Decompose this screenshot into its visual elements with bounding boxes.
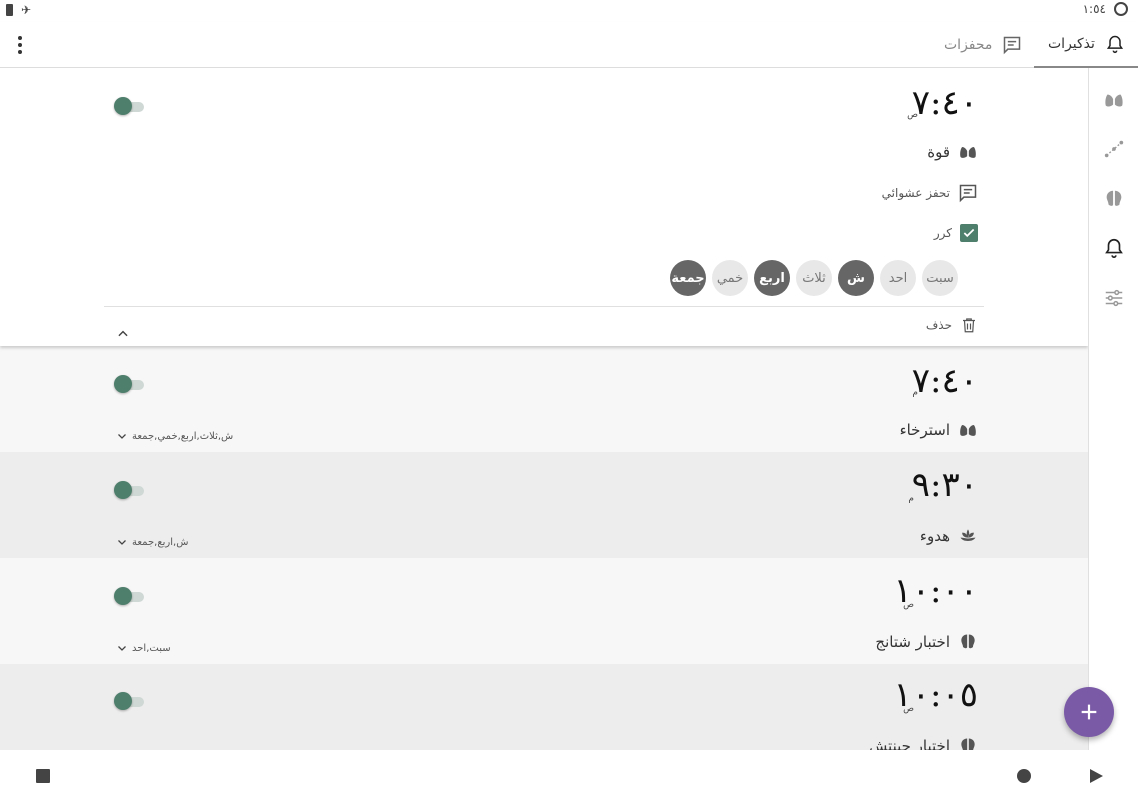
day-chip-mon[interactable]: ش <box>838 260 874 296</box>
reminder-card[interactable]: ١٠:٠٥ ص اختبار جينتش <box>0 664 1088 750</box>
exercise-label-row: اختبار جينتش <box>869 736 978 750</box>
lungs-icon[interactable] <box>1102 88 1126 112</box>
days-summary-text: سبت,احد <box>132 642 171 654</box>
reminder-toggle[interactable] <box>114 481 146 499</box>
repeat-label: كرر <box>933 226 952 240</box>
message-icon <box>959 184 977 203</box>
days-summary[interactable]: سبت,احد <box>116 642 171 654</box>
chevron-up-icon[interactable] <box>116 326 130 345</box>
exercise-label: اختبار شتانج <box>875 633 950 651</box>
bell-icon <box>1106 35 1124 54</box>
day-chip-sat[interactable]: سبت <box>922 260 958 296</box>
delete-label: حذف <box>925 318 952 332</box>
reminder-ampm: ص <box>907 110 918 120</box>
more-vert-icon[interactable] <box>12 32 28 58</box>
exercise-label: هدوء <box>919 527 950 545</box>
path-icon[interactable] <box>1102 137 1126 161</box>
reminder-toggle[interactable] <box>114 97 146 115</box>
motivation-label: تحفز عشوائي <box>881 186 950 200</box>
reminder-list: ٧:٤٠ ص قوة تحفز عشوائي كرر سبت احد ش ثلا… <box>0 68 1088 750</box>
message-icon <box>1004 36 1021 55</box>
chevron-down-icon <box>118 646 126 651</box>
divider <box>104 306 984 307</box>
reminder-toggle[interactable] <box>114 692 146 710</box>
home-circle-icon[interactable] <box>1017 768 1031 787</box>
exercise-label-row: اختبار شتانج <box>875 632 978 652</box>
lungs-icon <box>960 423 976 436</box>
back-play-icon[interactable] <box>1089 768 1103 787</box>
brain-icon <box>961 634 975 649</box>
brain-icon[interactable] <box>1102 187 1126 211</box>
chevron-down-icon <box>118 434 126 439</box>
reminder-toggle[interactable] <box>114 375 146 393</box>
delete-button[interactable]: حذف <box>926 316 978 334</box>
navigation-rail <box>1088 68 1138 750</box>
exercise-selector[interactable]: قوة <box>927 142 978 162</box>
exercise-label-row: هدوء <box>920 526 978 546</box>
brain-icon <box>961 738 975 750</box>
exercise-label: قوة <box>927 143 950 161</box>
reminder-card-expanded[interactable]: ٧:٤٠ ص قوة تحفز عشوائي كرر سبت احد ش ثلا… <box>0 68 1088 346</box>
check-icon <box>963 228 975 238</box>
chevron-down-icon <box>118 540 126 545</box>
day-chip-tue[interactable]: ثلاث <box>796 260 832 296</box>
reminder-time[interactable]: ٩:٣٠ <box>912 468 978 502</box>
reminder-ampm: ص <box>903 600 914 610</box>
airplane-icon: ✈ <box>21 3 32 17</box>
reminder-ampm: م <box>908 494 914 504</box>
repeat-row[interactable]: كرر <box>934 224 978 242</box>
status-time: ١:٥٤ <box>1082 2 1106 16</box>
trash-icon <box>963 318 975 333</box>
days-summary-text: ش,ثلاث,اربع,خمي,جمعة <box>132 430 234 442</box>
day-chip-sun[interactable]: احد <box>880 260 916 296</box>
sync-icon <box>1114 2 1128 16</box>
day-selector: سبت احد ش ثلاث اربع خمي جمعة <box>670 260 958 296</box>
reminder-card[interactable]: ١٠:٠٠ ص اختبار شتانج سبت,احد <box>0 558 1088 664</box>
days-summary[interactable]: ش,اربع,جمعة <box>116 536 188 548</box>
exercise-label-row: استرخاء <box>900 420 978 440</box>
day-chip-fri[interactable]: جمعة <box>670 260 706 296</box>
days-summary-text: ش,اربع,جمعة <box>132 536 189 548</box>
reminder-card[interactable]: ٧:٤٠ م استرخاء ش,ثلاث,اربع,خمي,جمعة <box>0 346 1088 452</box>
stop-icon[interactable] <box>36 768 50 787</box>
days-summary[interactable]: ش,ثلاث,اربع,خمي,جمعة <box>116 430 233 442</box>
bell-icon[interactable] <box>1102 236 1126 260</box>
system-navigation-bar <box>0 750 1138 800</box>
reminder-card[interactable]: ٩:٣٠ م هدوء ش,اربع,جمعة <box>0 452 1088 558</box>
repeat-checkbox[interactable] <box>960 224 978 242</box>
tab-motivations[interactable]: محفزات <box>944 22 1030 68</box>
reminder-ampm: م <box>912 388 918 398</box>
lungs-icon <box>960 145 976 158</box>
reminder-time[interactable]: ٧:٤٠ <box>912 86 978 120</box>
sliders-icon[interactable] <box>1102 286 1126 310</box>
reminder-ampm: ص <box>903 704 914 714</box>
tab-reminders[interactable]: تذكيرات <box>1034 22 1138 68</box>
reminder-toggle[interactable] <box>114 587 146 605</box>
app-bar: محفزات تذكيرات <box>0 22 1138 68</box>
motivation-selector[interactable]: تحفز عشوائي <box>882 183 978 203</box>
tab-label: تذكيرات <box>1048 36 1095 52</box>
tab-label: محفزات <box>944 37 993 53</box>
exercise-label: اختبار جينتش <box>868 737 950 750</box>
battery-icon <box>6 4 13 16</box>
plus-icon <box>1081 704 1097 720</box>
status-bar: ✈ ١:٥٤ <box>0 0 1138 22</box>
lotus-icon <box>960 529 976 541</box>
day-chip-wed[interactable]: اربع <box>754 260 790 296</box>
reminder-time[interactable]: ٧:٤٠ <box>912 364 978 398</box>
exercise-label: استرخاء <box>899 421 950 439</box>
day-chip-thu[interactable]: خمي <box>712 260 748 296</box>
add-reminder-button[interactable] <box>1064 687 1114 737</box>
